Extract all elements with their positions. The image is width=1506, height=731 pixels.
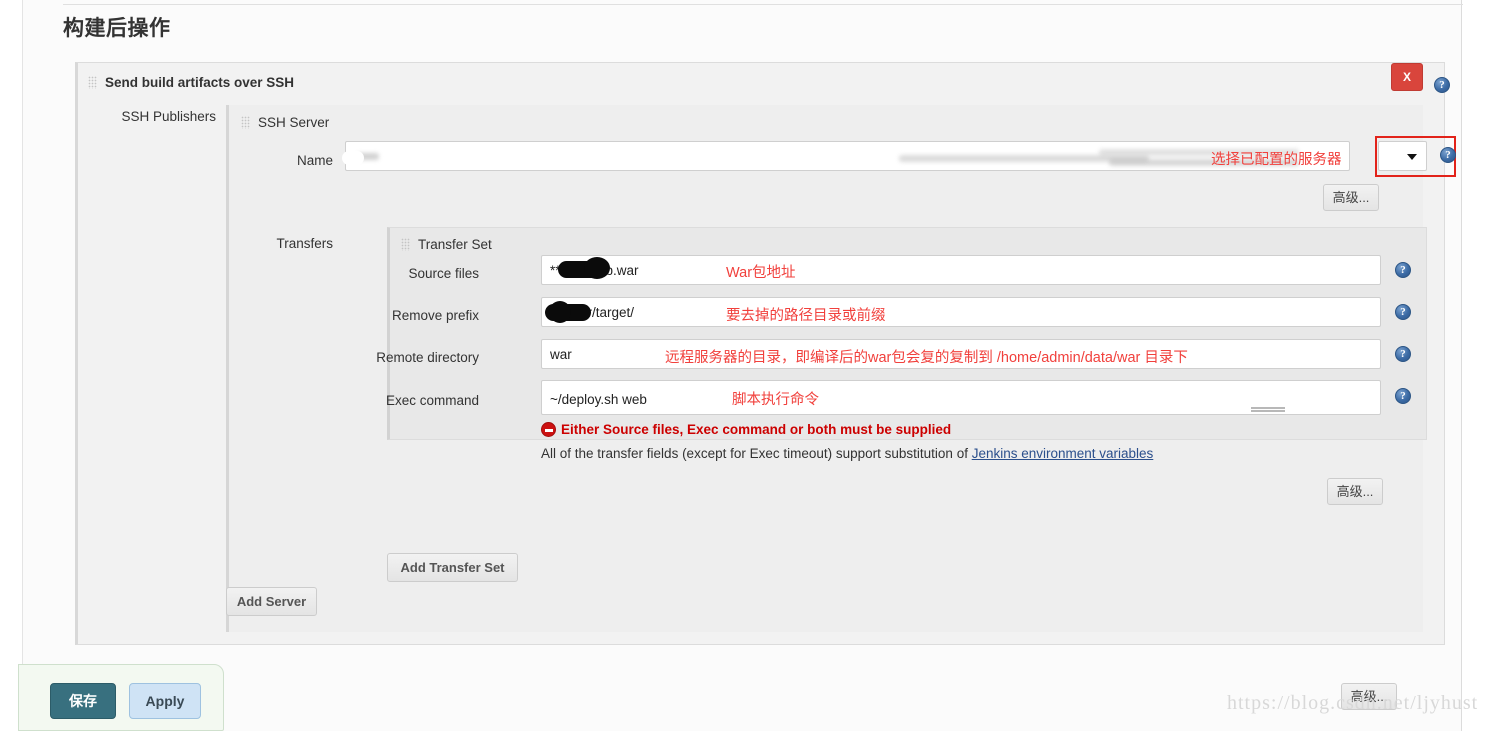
- source-files-input[interactable]: [541, 255, 1381, 285]
- help-icon-ssh-server[interactable]: ?: [1440, 147, 1456, 163]
- page-title: 构建后操作: [63, 12, 171, 42]
- redaction-mark: [342, 151, 364, 165]
- name-annotation: 选择已配置的服务器: [1211, 148, 1342, 169]
- help-icon-remote-directory[interactable]: ?: [1395, 346, 1411, 362]
- transfer-set-title-text: Transfer Set: [418, 237, 492, 252]
- exec-command-label: Exec command: [359, 393, 479, 408]
- remote-directory-label: Remote directory: [359, 350, 479, 365]
- close-button[interactable]: X: [1391, 63, 1423, 91]
- textarea-resize-handle[interactable]: [1251, 407, 1285, 412]
- remove-prefix-label: Remove prefix: [359, 308, 479, 323]
- drag-grip-icon-transfer-set[interactable]: [401, 238, 410, 251]
- post-build-action-block: Send build artifacts over SSH X ? SSH Pu…: [75, 62, 1445, 645]
- drag-grip-icon[interactable]: [88, 76, 97, 89]
- post-build-block-title-text: Send build artifacts over SSH: [105, 75, 294, 90]
- ssh-server-title-text: SSH Server: [258, 115, 329, 130]
- ssh-publishers-label: SSH Publishers: [78, 109, 216, 124]
- source-files-annotation: War包地址: [726, 261, 796, 282]
- screenshot-root: 构建后操作 Send build artifacts over SSH X ? …: [0, 0, 1506, 731]
- watermark: https://blog.csdn.net/ljyhust: [1227, 692, 1478, 715]
- transfers-label: Transfers: [209, 236, 333, 251]
- ssh-server-select[interactable]: [1378, 141, 1427, 171]
- exec-command-annotation: 脚本执行命令: [732, 388, 819, 409]
- error-icon: [541, 422, 556, 437]
- help-icon-remove-prefix[interactable]: ?: [1395, 304, 1411, 320]
- source-files-label: Source files: [359, 266, 479, 281]
- apply-button[interactable]: Apply: [129, 683, 201, 719]
- ssh-server-panel: SSH Server Name 选择已配置的服务器 ? 高级...: [226, 105, 1423, 632]
- remote-directory-annotation: 远程服务器的目录，即编译后的war包会复的复制到 /home/admin/dat…: [665, 346, 1188, 367]
- error-message: Either Source files, Exec command or bot…: [541, 422, 951, 437]
- content-column: 构建后操作 Send build artifacts over SSH X ? …: [22, 0, 1462, 731]
- remove-prefix-input[interactable]: [541, 297, 1381, 327]
- add-transfer-set-button[interactable]: Add Transfer Set: [387, 553, 518, 582]
- ssh-server-title: SSH Server: [241, 115, 329, 130]
- transfer-help-text-prefix: All of the transfer fields (except for E…: [541, 446, 972, 461]
- transfer-help-text: All of the transfer fields (except for E…: [541, 446, 1153, 461]
- save-button[interactable]: 保存: [50, 683, 116, 719]
- drag-grip-icon-ssh-server[interactable]: [241, 116, 250, 129]
- remove-prefix-annotation: 要去掉的路径目录或前缀: [726, 304, 886, 325]
- transfer-set-title: Transfer Set: [401, 237, 492, 252]
- save-bar: 保存 Apply: [18, 664, 224, 731]
- top-divider: [63, 4, 1463, 5]
- help-icon-exec-command[interactable]: ?: [1395, 388, 1411, 404]
- add-server-button[interactable]: Add Server: [226, 587, 317, 616]
- redaction-mark: [584, 257, 610, 279]
- error-message-text: Either Source files, Exec command or bot…: [561, 422, 951, 437]
- chevron-down-icon: [1407, 154, 1417, 160]
- help-icon-block[interactable]: ?: [1434, 77, 1450, 93]
- help-icon-source-files[interactable]: ?: [1395, 262, 1411, 278]
- jenkins-env-variables-link[interactable]: Jenkins environment variables: [972, 446, 1154, 461]
- post-build-block-title: Send build artifacts over SSH: [88, 75, 294, 90]
- advanced-button-server[interactable]: 高级...: [1323, 184, 1379, 211]
- ssh-server-name-input[interactable]: [345, 141, 1350, 171]
- redaction-mark: [549, 301, 571, 323]
- advanced-button-transfer[interactable]: 高级...: [1327, 478, 1383, 505]
- name-label: Name: [215, 153, 333, 168]
